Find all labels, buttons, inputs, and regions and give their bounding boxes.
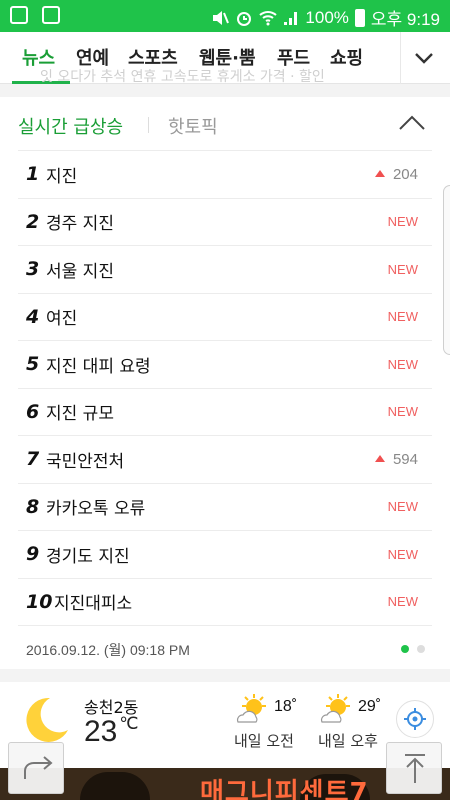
forecast-temp: 18˚ (274, 698, 298, 715)
list-item[interactable]: 4 여진 NEW (18, 292, 432, 341)
page-indicator-active[interactable] (401, 645, 409, 653)
list-item[interactable]: 9 경기도 지진 NEW (18, 530, 432, 578)
battery-percent: 100% (305, 7, 349, 27)
side-drawer-handle[interactable] (443, 185, 450, 355)
rank-number: 5 (26, 353, 40, 376)
weather-widget: 송천2동 23 ℃ 18˚ 내일 오전 29˚ 내일 오후 (0, 682, 450, 768)
mute-icon (213, 10, 230, 25)
new-badge: NEW (387, 499, 418, 515)
alarm-icon (237, 11, 252, 26)
list-item[interactable]: 3 서울 지진 NEW (18, 245, 432, 293)
keyword: 경주 지진 (46, 214, 114, 235)
signal-icon (284, 11, 298, 25)
rank-number: 8 (26, 495, 40, 518)
rank-number: 6 (26, 400, 40, 423)
download-notification-icon (42, 6, 60, 24)
new-badge: NEW (387, 309, 418, 325)
partly-cloudy-icon (236, 694, 266, 723)
rank-number: 4 (26, 305, 40, 328)
rank-change: 594 (374, 451, 418, 468)
partly-cloudy-icon (320, 694, 350, 723)
ranking-footer: 2016.09.12. (월) 09:18 PM (18, 625, 432, 669)
new-badge: NEW (387, 261, 418, 277)
current-temperature: 23 ℃ (84, 714, 139, 748)
keyword: 서울 지진 (46, 261, 114, 282)
ranking-panel-header: 실시간 급상승 핫토픽 (0, 97, 450, 151)
forecast-label: 내일 오전 (234, 732, 294, 750)
new-badge: NEW (387, 356, 418, 372)
rank-number: 9 (26, 543, 40, 566)
keyword: 지진 대피 요령 (46, 356, 151, 377)
arrow-up-icon (374, 454, 385, 462)
ad-banner[interactable]: 매그니피센트7 (0, 768, 450, 800)
forecast-label: 내일 오후 (318, 732, 378, 750)
crosshair-icon (404, 708, 426, 730)
keyword: 카카오톡 오류 (46, 499, 146, 520)
tab-hot-topic[interactable]: 핫토픽 (168, 113, 218, 139)
ranking-list: 1 지진 204 2 경주 지진 NEW 3 서울 지진 NEW 4 여진 NE… (18, 150, 432, 625)
list-item[interactable]: 6 지진 규모 NEW (18, 387, 432, 436)
status-bar: 100% 오후 9:19 (0, 0, 450, 32)
rank-number: 2 (26, 210, 40, 233)
list-item[interactable]: 7 국민안전처 594 (18, 435, 432, 483)
keyword: 경기도 지진 (46, 546, 130, 567)
divider (148, 117, 149, 133)
tabs-divider (400, 32, 401, 84)
new-badge: NEW (387, 594, 418, 610)
new-badge: NEW (387, 546, 418, 562)
section-gap (0, 669, 450, 682)
battery-icon (354, 8, 365, 27)
rank-number: 10 (26, 590, 53, 613)
keyword: 여진 (46, 309, 78, 330)
moon-icon (26, 697, 68, 742)
share-button[interactable] (8, 742, 64, 794)
page-indicator[interactable] (417, 645, 425, 653)
rank-number: 3 (26, 258, 40, 281)
keyword: 지진대피소 (54, 594, 133, 615)
clock: 오후 9:19 (370, 10, 440, 29)
list-item[interactable]: 1 지진 204 (18, 150, 432, 198)
chevron-up-icon[interactable] (398, 113, 426, 131)
keyword: 지진 (46, 166, 78, 187)
scroll-to-top-button[interactable] (386, 742, 442, 794)
list-item[interactable]: 2 경주 지진 NEW (18, 197, 432, 246)
tab-realtime-rising[interactable]: 실시간 급상승 (18, 113, 123, 139)
scrolled-headline: 잇 오다가 추석 연휴 고속도로 휴게소 가격 · 할인 (40, 69, 325, 85)
new-badge: NEW (387, 214, 418, 230)
rank-number: 7 (26, 448, 40, 471)
tab-shopping[interactable]: 쇼핑 (330, 44, 363, 70)
rank-change: 204 (374, 166, 418, 183)
forecast-temp: 29˚ (358, 698, 382, 715)
update-timestamp: 2016.09.12. (월) 09:18 PM (26, 642, 190, 658)
locate-button[interactable] (396, 700, 434, 738)
list-item[interactable]: 10 지진대피소 NEW (18, 577, 432, 626)
keyword: 국민안전처 (46, 451, 125, 472)
wifi-icon (259, 10, 278, 25)
arrow-up-icon (374, 169, 385, 177)
keyword: 지진 규모 (46, 404, 114, 425)
new-badge: NEW (387, 404, 418, 420)
app-notification-icon (10, 6, 28, 24)
arrow-up-to-top-icon (405, 754, 425, 783)
share-icon (24, 756, 53, 779)
rank-number: 1 (26, 163, 40, 186)
list-item[interactable]: 8 카카오톡 오류 NEW (18, 482, 432, 531)
section-gap (0, 84, 450, 97)
ad-figure (80, 772, 150, 800)
list-item[interactable]: 5 지진 대피 요령 NEW (18, 340, 432, 388)
chevron-down-icon[interactable] (414, 48, 434, 68)
ad-title: 매그니피센트7 (200, 778, 369, 800)
